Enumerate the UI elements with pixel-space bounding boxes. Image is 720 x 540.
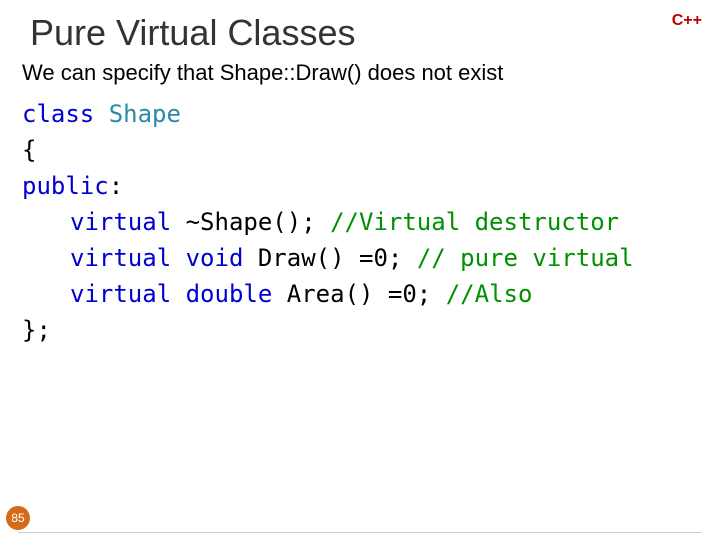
token-dtor: ~Shape();: [186, 208, 331, 236]
keyword-virtual: virtual: [70, 244, 171, 272]
code-line-5: virtual void Draw() =0; // pure virtual: [22, 240, 698, 276]
keyword-virtual: virtual: [70, 280, 171, 308]
keyword-double: double: [186, 280, 273, 308]
comment: //Also: [446, 280, 533, 308]
token-area: Area() =0;: [287, 280, 446, 308]
space: [272, 280, 286, 308]
slide: Pure Virtual Classes C++ We can specify …: [0, 0, 720, 540]
comment: //Virtual destructor: [330, 208, 619, 236]
class-name: Shape: [109, 100, 181, 128]
slide-title: Pure Virtual Classes: [30, 12, 355, 54]
code-line-1: class Shape: [22, 96, 698, 132]
code-line-4: virtual ~Shape(); //Virtual destructor: [22, 204, 698, 240]
token-draw: Draw() =0;: [258, 244, 417, 272]
code-block: class Shape { public: virtual ~Shape(); …: [22, 96, 698, 348]
token-colon: :: [109, 172, 123, 200]
code-line-2: {: [22, 132, 698, 168]
space: [171, 280, 185, 308]
space: [94, 100, 108, 128]
code-line-6: virtual double Area() =0; //Also: [22, 276, 698, 312]
code-line-3: public:: [22, 168, 698, 204]
keyword-virtual: virtual: [70, 208, 171, 236]
language-badge: C++: [672, 12, 702, 30]
keyword-class: class: [22, 100, 94, 128]
space: [171, 208, 185, 236]
keyword-public: public: [22, 172, 109, 200]
space: [243, 244, 257, 272]
intro-text: We can specify that Shape::Draw() does n…: [22, 60, 698, 86]
comment: // pure virtual: [417, 244, 634, 272]
keyword-void: void: [186, 244, 244, 272]
code-line-7: };: [22, 312, 698, 348]
space: [171, 244, 185, 272]
page-number-badge: 85: [6, 506, 30, 530]
footer-divider: [18, 532, 702, 533]
